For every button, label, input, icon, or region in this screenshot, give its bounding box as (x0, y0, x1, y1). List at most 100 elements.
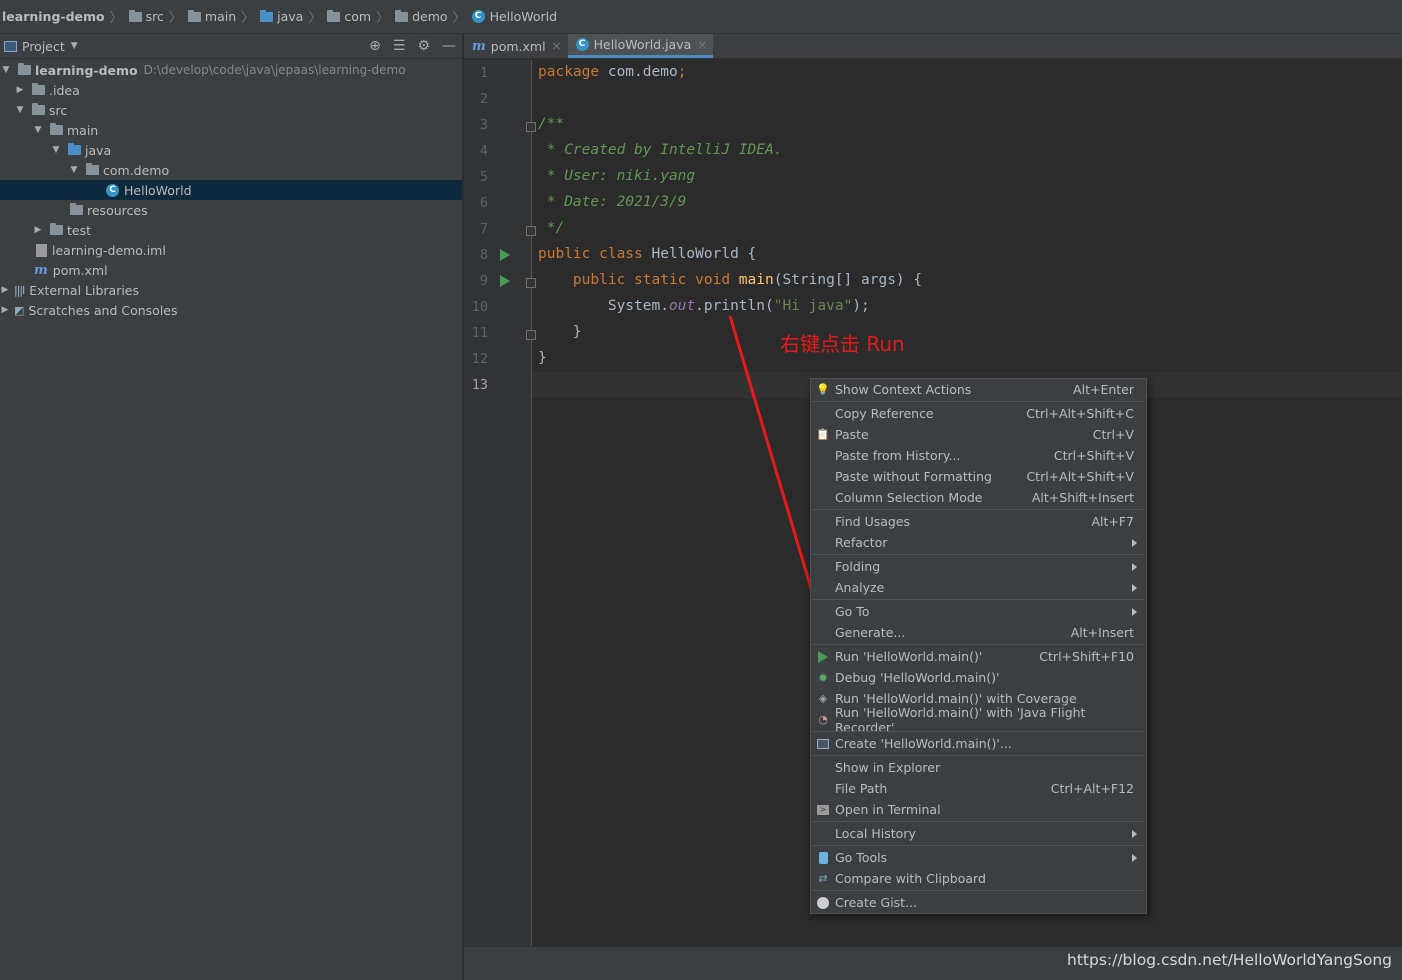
menu-item-shortcut: Alt+Enter (1073, 382, 1134, 397)
breadcrumb-item-main[interactable]: main (187, 9, 236, 24)
editor-tabs: m pom.xml × C HelloWorld.java × (464, 34, 1402, 59)
code-line[interactable]: */ (538, 220, 564, 236)
code-line[interactable]: * Created by IntelliJ IDEA. (538, 142, 783, 158)
submenu-arrow-icon (1132, 829, 1137, 838)
expanded-arrow-icon[interactable]: ▼ (14, 105, 26, 115)
tree-item-com-demo[interactable]: ▼ com.demo (0, 160, 462, 180)
breadcrumb-separator: 〉 (241, 11, 255, 26)
code-line[interactable]: System.out.println("Hi java"); (538, 298, 870, 314)
menu-item-folding[interactable]: Folding (811, 556, 1146, 577)
code-line[interactable]: /** (538, 116, 564, 132)
annotation-text: 右键点击 Run (780, 332, 905, 356)
line-number: 2 (479, 91, 488, 107)
project-pane: Project ▼ ⊕ ☰ ⚙ — ▼ learning-demo D:\dev… (0, 34, 463, 980)
menu-item-open-in-terminal[interactable]: > Open in Terminal (811, 799, 1146, 820)
menu-item-show-context-actions[interactable]: 💡 Show Context Actions Alt+Enter (811, 379, 1146, 400)
tab-helloworld-java[interactable]: C HelloWorld.java × (567, 34, 714, 58)
breadcrumb-item-src[interactable]: src (128, 9, 164, 24)
menu-item-label: Find Usages (835, 514, 911, 529)
collapsed-arrow-icon[interactable]: ▶ (0, 305, 10, 315)
tree-item-idea[interactable]: ▶ .idea (0, 80, 462, 100)
tree-item-learning-demo[interactable]: ▼ learning-demo D:\develop\code\java\jep… (0, 60, 462, 80)
collapsed-arrow-icon[interactable]: ▶ (32, 225, 44, 235)
expanded-arrow-icon[interactable]: ▼ (50, 145, 62, 155)
hide-icon[interactable]: — (442, 38, 456, 54)
menu-item-go-tools[interactable]: Go Tools (811, 847, 1146, 868)
close-icon[interactable]: × (552, 39, 562, 53)
run-gutter-icon[interactable] (500, 275, 510, 287)
gear-icon[interactable]: ⚙ (417, 38, 430, 54)
menu-item-paste[interactable]: 📋 Paste Ctrl+V (811, 424, 1146, 445)
chevron-down-icon[interactable]: ▼ (71, 41, 78, 51)
menu-item-paste-without-formatting[interactable]: Paste without Formatting Ctrl+Alt+Shift+V (811, 466, 1146, 487)
menu-item-debug-main[interactable]: ✹ Debug 'HelloWorld.main()' (811, 667, 1146, 688)
collapsed-arrow-icon[interactable]: ▶ (14, 85, 26, 95)
fold-icon[interactable] (526, 330, 536, 340)
locate-icon[interactable]: ⊕ (369, 38, 381, 54)
menu-item-paste-from-history[interactable]: Paste from History... Ctrl+Shift+V (811, 445, 1146, 466)
menu-item-shortcut: Ctrl+Shift+F10 (1039, 649, 1134, 664)
keyword: public class (538, 246, 643, 262)
expanded-arrow-icon[interactable]: ▼ (32, 125, 44, 135)
menu-item-create-config[interactable]: Create 'HelloWorld.main()'... (811, 733, 1146, 754)
code-line[interactable]: } (538, 324, 582, 340)
breadcrumb-item-java[interactable]: java (260, 9, 303, 24)
menu-item-compare-with-clipboard[interactable]: ⇄ Compare with Clipboard (811, 868, 1146, 889)
breadcrumb-item-project[interactable]: learning-demo (2, 9, 105, 24)
menu-item-copy-reference[interactable]: Copy Reference Ctrl+Alt+Shift+C (811, 403, 1146, 424)
menu-item-local-history[interactable]: Local History (811, 823, 1146, 844)
code-line[interactable]: * User: niki.yang (538, 168, 695, 184)
menu-item-analyze[interactable]: Analyze (811, 577, 1146, 598)
breadcrumb-item-com[interactable]: com (327, 9, 371, 24)
close-icon[interactable]: × (697, 38, 707, 52)
menu-item-file-path[interactable]: File Path Ctrl+Alt+F12 (811, 778, 1146, 799)
menu-item-refactor[interactable]: Refactor (811, 532, 1146, 553)
expanded-arrow-icon[interactable]: ▼ (68, 165, 80, 175)
tree-item-test[interactable]: ▶ test (0, 220, 462, 240)
run-gutter-icon[interactable] (500, 249, 510, 261)
tree-item-external-libraries[interactable]: ▶ |||l External Libraries (0, 280, 462, 300)
project-view-selector[interactable]: Project (22, 39, 65, 54)
tree-item-label: com.demo (103, 162, 170, 178)
tree-item-main[interactable]: ▼ main (0, 120, 462, 140)
code-line[interactable]: } (538, 350, 547, 366)
menu-item-run-main[interactable]: Run 'HelloWorld.main()' Ctrl+Shift+F10 (811, 646, 1146, 667)
expanded-arrow-icon[interactable]: ▼ (0, 65, 12, 75)
menu-item-find-usages[interactable]: Find Usages Alt+F7 (811, 511, 1146, 532)
tree-item-resources[interactable]: resources (0, 200, 462, 220)
folder-icon (128, 9, 142, 22)
folder-icon (187, 9, 201, 22)
menu-item-label: Folding (835, 559, 881, 574)
tree-item-iml[interactable]: learning-demo.iml (0, 240, 462, 260)
project-tree: ▼ learning-demo D:\develop\code\java\jep… (0, 59, 462, 320)
breadcrumb-label: HelloWorld (489, 9, 558, 24)
menu-item-label: Local History (835, 826, 916, 841)
menu-item-generate[interactable]: Generate... Alt+Insert (811, 622, 1146, 643)
breadcrumb-item-helloworld[interactable]: C HelloWorld (471, 9, 558, 24)
tree-item-java[interactable]: ▼ java (0, 140, 462, 160)
breadcrumb-item-demo[interactable]: demo (395, 9, 448, 24)
code-line[interactable]: public static void main(String[] args) { (538, 272, 922, 288)
menu-item-create-gist[interactable]: Create Gist... (811, 892, 1146, 913)
code-line[interactable]: package com.demo; (538, 64, 686, 80)
tree-item-helloworld[interactable]: C HelloWorld (0, 180, 462, 200)
tree-item-label: .idea (49, 82, 80, 98)
collapse-all-icon[interactable]: ☰ (393, 38, 406, 54)
line-number: 11 (471, 325, 488, 341)
tree-item-scratches[interactable]: ▶ ◩ Scratches and Consoles (0, 300, 462, 320)
menu-item-show-in-explorer[interactable]: Show in Explorer (811, 757, 1146, 778)
menu-item-run-with-flight-recorder[interactable]: ◔ Run 'HelloWorld.main()' with 'Java Flig… (811, 705, 1146, 735)
code-line[interactable]: * Date: 2021/3/9 (538, 194, 687, 210)
tab-pom-xml[interactable]: m pom.xml × (464, 34, 568, 58)
menu-item-column-selection-mode[interactable]: Column Selection Mode Alt+Shift+Insert (811, 487, 1146, 508)
menu-separator (812, 731, 1145, 732)
fold-icon[interactable] (526, 278, 536, 288)
collapsed-arrow-icon[interactable]: ▶ (0, 285, 10, 295)
line-number: 13 (471, 377, 488, 393)
code-line[interactable]: public class HelloWorld { (538, 246, 756, 262)
tree-item-src[interactable]: ▼ src (0, 100, 462, 120)
menu-item-go-to[interactable]: Go To (811, 601, 1146, 622)
fold-icon[interactable] (526, 226, 536, 236)
tree-item-pom[interactable]: m pom.xml (0, 260, 462, 280)
fold-icon[interactable] (526, 122, 536, 132)
